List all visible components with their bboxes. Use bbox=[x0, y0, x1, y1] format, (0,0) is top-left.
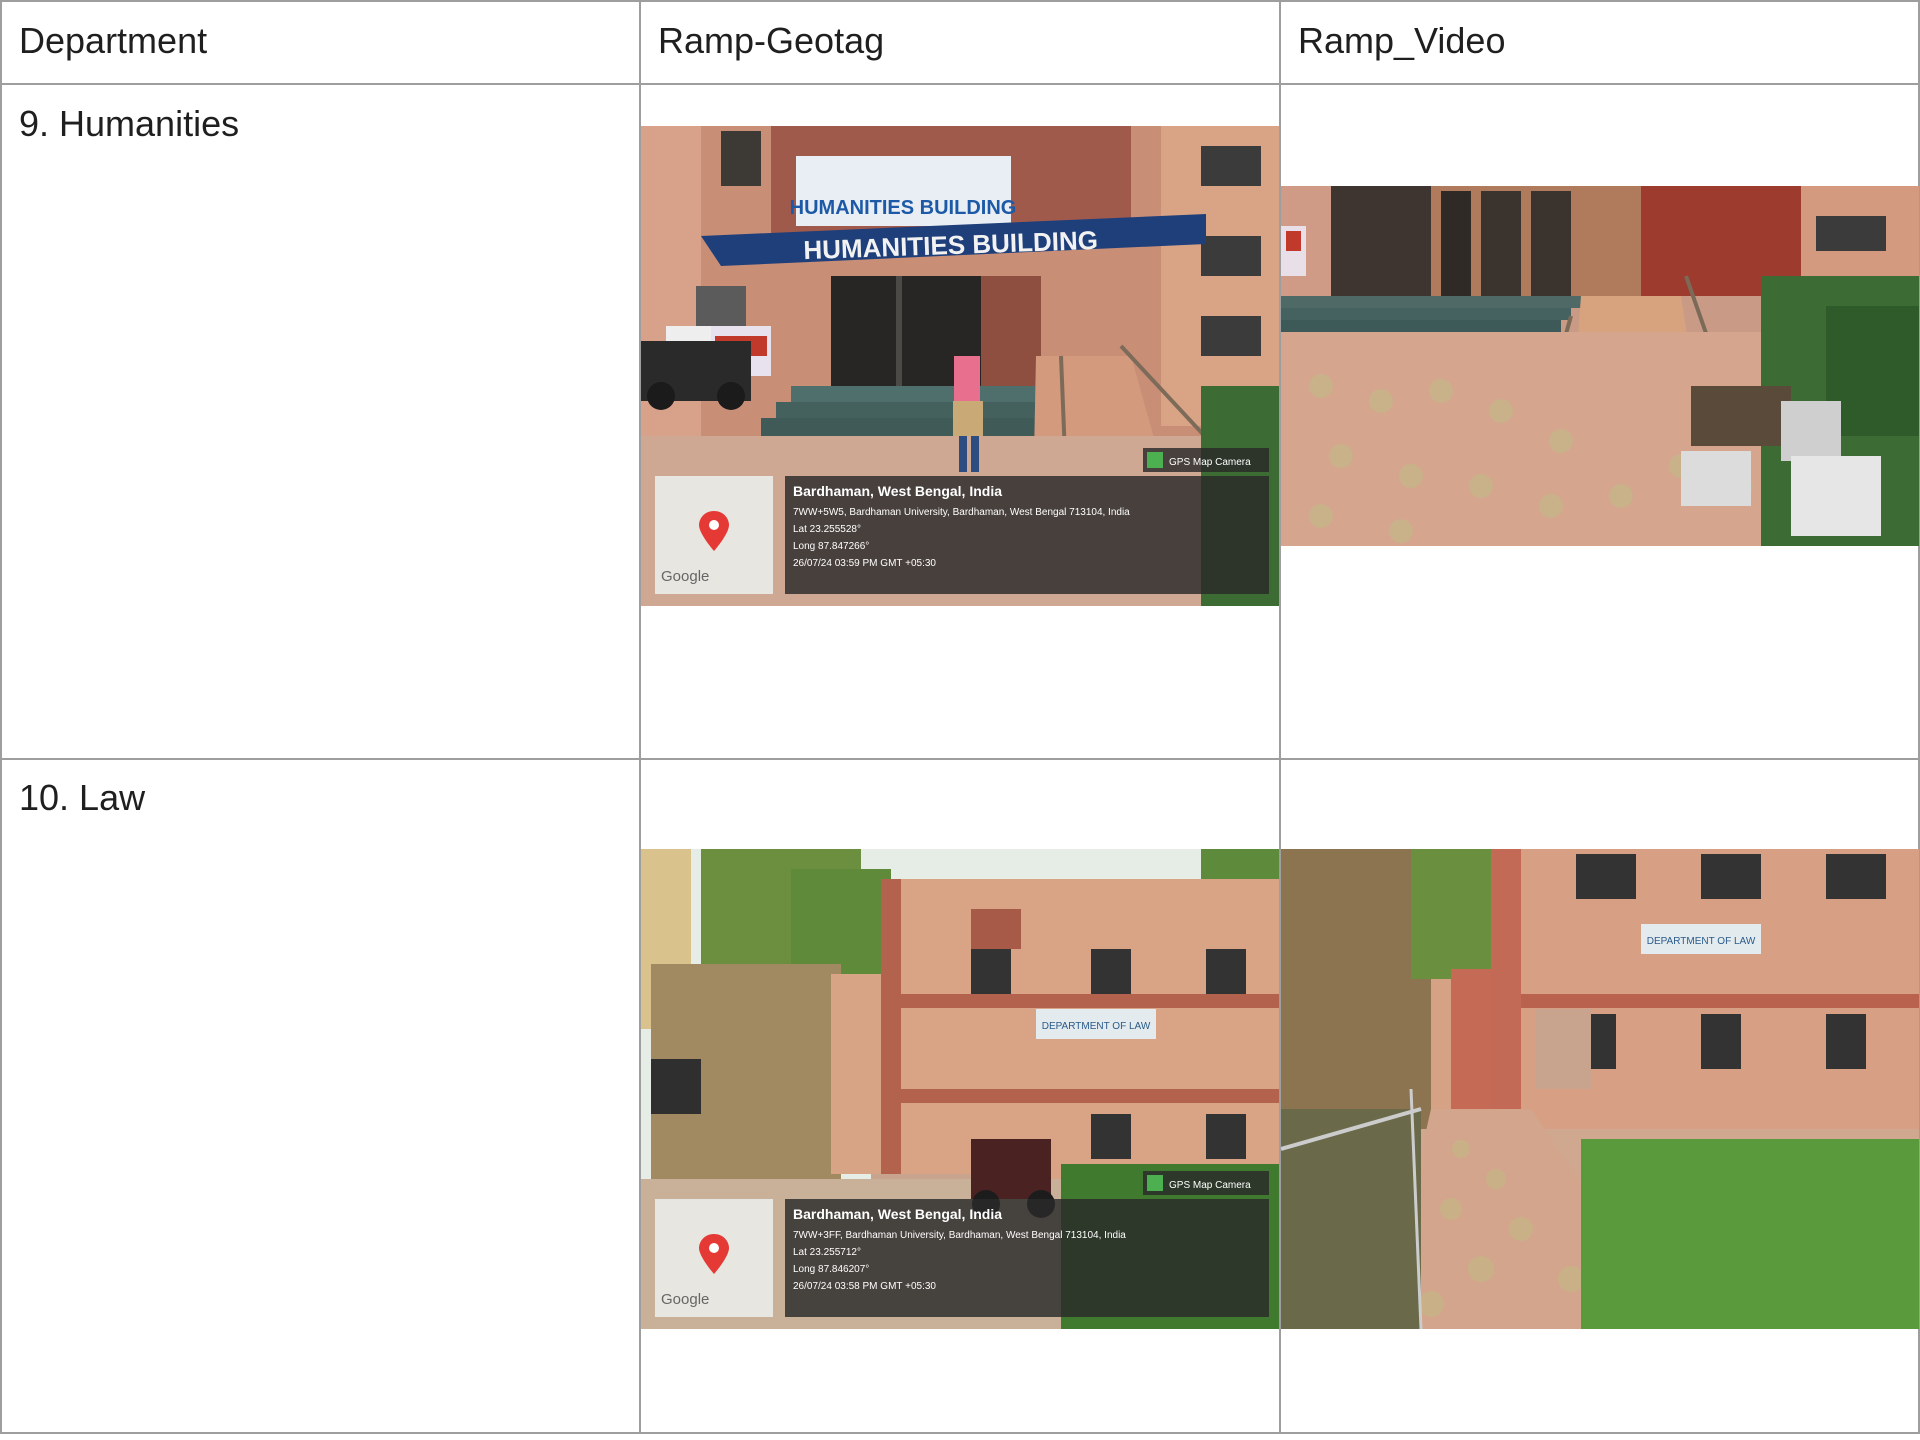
column-header-department: Department bbox=[19, 20, 208, 61]
grid-line bbox=[0, 0, 2, 1434]
department-name-law: 10. Law bbox=[19, 777, 146, 818]
geotag-long: Long 87.847266° bbox=[793, 541, 869, 552]
grid-line bbox=[0, 1432, 1920, 1434]
law-ramp-video-still: DEPARTMENT OF LAW bbox=[1281, 849, 1919, 1329]
geotag-location-title: Bardhaman, West Bengal, India bbox=[793, 1206, 1002, 1222]
geotag-long: Long 87.846207° bbox=[793, 1264, 869, 1275]
humanities-ramp-geotag-photo: HUMANITIES BUILDING HUMANITIES BUILDING bbox=[641, 126, 1279, 606]
geotag-address: 7WW+5W5, Bardhaman University, Bardhaman… bbox=[793, 507, 1130, 518]
column-header-ramp-video: Ramp_Video bbox=[1298, 20, 1506, 61]
geotag-lat: Lat 23.255528° bbox=[793, 524, 861, 535]
gps-camera-badge: GPS Map Camera bbox=[1169, 457, 1251, 468]
map-logo-text: Google bbox=[661, 1291, 709, 1308]
gps-camera-badge: GPS Map Camera bbox=[1169, 1180, 1251, 1191]
geotag-address: 7WW+3FF, Bardhaman University, Bardhaman… bbox=[793, 1230, 1126, 1241]
photo-sign-text: DEPARTMENT OF LAW bbox=[1647, 936, 1756, 947]
humanities-ramp-video-still bbox=[1281, 186, 1919, 546]
department-name-humanities: 9. Humanities bbox=[19, 103, 240, 144]
map-logo-text: Google bbox=[661, 568, 709, 585]
geotag-lat: Lat 23.255712° bbox=[793, 1247, 861, 1258]
geotag-timestamp: 26/07/24 03:58 PM GMT +05:30 bbox=[793, 1281, 936, 1292]
grid-line bbox=[0, 83, 1920, 85]
geotag-timestamp: 26/07/24 03:59 PM GMT +05:30 bbox=[793, 558, 936, 569]
photo-sign-text: HUMANITIES BUILDING bbox=[790, 197, 1017, 219]
law-ramp-geotag-photo: DEPARTMENT OF LAW Google GPS Map Camera … bbox=[641, 849, 1279, 1329]
photo-sign-text: DEPARTMENT OF LAW bbox=[1042, 1021, 1151, 1032]
geotag-location-title: Bardhaman, West Bengal, India bbox=[793, 483, 1002, 499]
grid-line bbox=[0, 0, 1920, 2]
grid-line bbox=[0, 758, 1920, 760]
column-header-ramp-geotag: Ramp-Geotag bbox=[658, 20, 885, 61]
